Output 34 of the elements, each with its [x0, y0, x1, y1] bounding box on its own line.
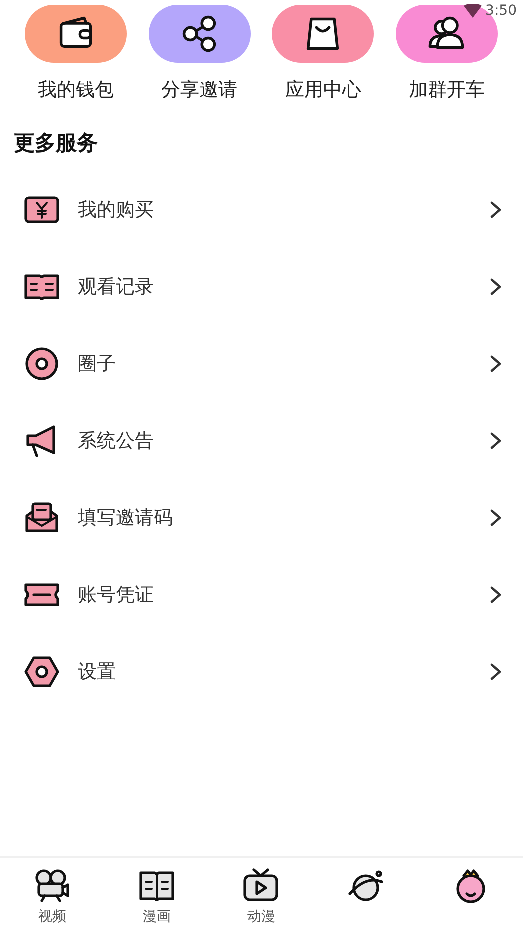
chevron-right-icon: [489, 354, 503, 372]
service-label: 系统公告: [78, 428, 155, 454]
tab-label[interactable]: 动漫: [247, 908, 276, 926]
shortcut-label: 分享邀请: [162, 78, 238, 103]
service-label: 设置: [78, 660, 117, 684]
tab-label[interactable]: 视频: [38, 908, 66, 926]
envelope-icon: [24, 500, 60, 536]
service-row[interactable]: 系统公告: [0, 402, 523, 479]
circle-icon: [24, 346, 60, 382]
service-row[interactable]: 圈子: [0, 325, 523, 402]
settings-icon: [24, 654, 60, 690]
status-time: 3:50: [486, 3, 517, 19]
chevron-right-icon: [489, 508, 503, 526]
service-row[interactable]: 设置: [0, 633, 523, 710]
service-row[interactable]: 观看记录: [0, 248, 523, 325]
chevron-right-icon: [489, 432, 503, 450]
service-label: 圈子: [78, 352, 117, 376]
shortcut-label: 我的钱包: [38, 78, 114, 103]
service-label: 账号凭证: [78, 582, 155, 608]
service-label: 观看记录: [78, 274, 155, 300]
wifi-icon: [464, 4, 482, 18]
chevron-right-icon: [489, 662, 503, 680]
shortcut-label: 加群开车: [409, 78, 486, 103]
tab-label[interactable]: 漫画: [142, 908, 171, 926]
chevron-right-icon: [489, 586, 503, 604]
service-row[interactable]: 我的购买: [0, 171, 523, 248]
service-label: 填写邀请码: [78, 506, 174, 530]
section-title: 更多服务: [13, 130, 99, 157]
service-row[interactable]: 账号凭证: [0, 556, 523, 633]
chevron-right-icon: [489, 200, 503, 218]
shortcut-label: 应用中心: [285, 78, 362, 103]
chevron-right-icon: [489, 278, 503, 296]
service-label: 我的购买: [78, 198, 155, 222]
service-row[interactable]: 填写邀请码: [0, 479, 523, 556]
